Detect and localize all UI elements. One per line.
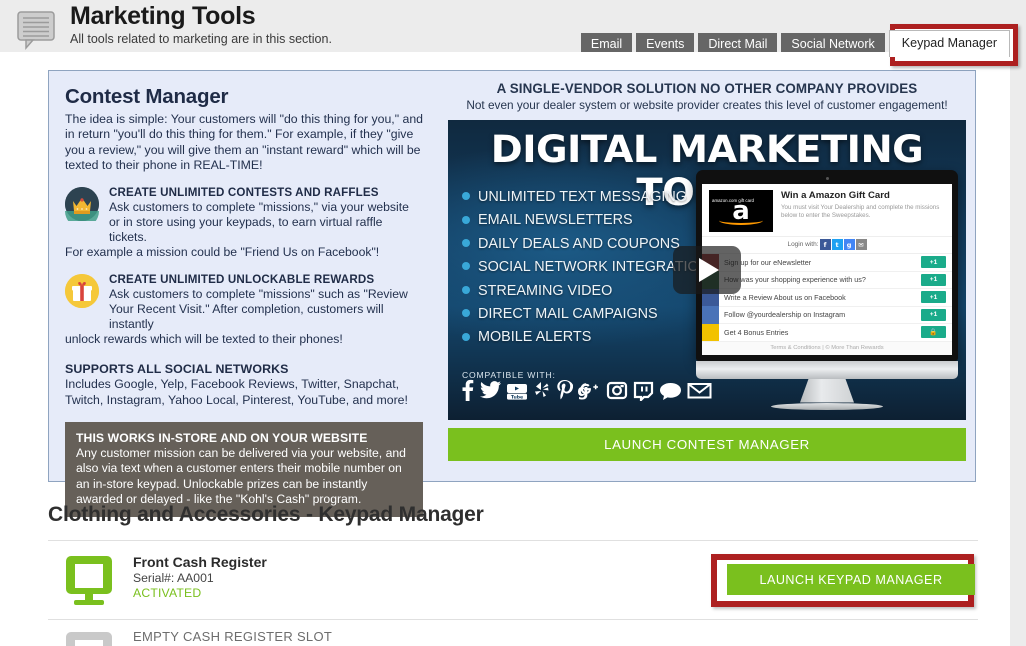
list-item: MOBILE ALERTS bbox=[462, 326, 709, 349]
monitor-icon-empty bbox=[62, 628, 116, 646]
play-icon[interactable] bbox=[673, 246, 741, 294]
list-item: EMAIL NEWSLETTERS bbox=[462, 209, 709, 232]
facebook-icon bbox=[460, 379, 475, 401]
right-gutter bbox=[1010, 0, 1026, 646]
keypad-name: EMPTY CASH REGISTER SLOT bbox=[133, 629, 333, 644]
mission-label: Sign up for our eNewsletter bbox=[724, 257, 812, 267]
mission-label: Write a Review About us on Facebook bbox=[724, 292, 846, 302]
promo-video-thumbnail[interactable]: DIGITAL MARKETING TOOLS UNLIMITED TEXT M… bbox=[448, 120, 966, 420]
feature-heading: CREATE UNLIMITED CONTESTS AND RAFFLES bbox=[109, 186, 379, 200]
instagram-icon bbox=[606, 379, 628, 401]
feature-body-overflow: unlock rewards which will be texted to t… bbox=[65, 332, 343, 347]
feature-heading: CREATE UNLIMITED UNLOCKABLE REWARDS bbox=[109, 273, 375, 287]
contest-manager-promo-panel: Contest Manager The idea is simple: Your… bbox=[48, 70, 976, 517]
page-root: Marketing Tools All tools related to mar… bbox=[0, 0, 1026, 646]
monitor-neck bbox=[800, 378, 854, 403]
amazon-brand-label: amazon.com gift card bbox=[712, 198, 754, 203]
mission-row: Write a Review About us on Facebook +1 bbox=[702, 288, 952, 307]
star-icon bbox=[702, 323, 719, 341]
feature-unlockable-rewards: CREATE UNLIMITED UNLOCKABLE REWARDS Ask … bbox=[65, 273, 423, 347]
section-divider bbox=[48, 619, 978, 620]
googleplus-icon: g bbox=[578, 379, 601, 401]
promo-right-heading: A SINGLE-VENDOR SOLUTION NO OTHER COMPAN… bbox=[496, 81, 918, 96]
twitter-icon bbox=[480, 379, 501, 401]
supports-body: Includes Google, Yelp, Facebook Reviews,… bbox=[65, 377, 408, 407]
instagram-icon bbox=[702, 306, 719, 324]
amazon-smile-icon bbox=[719, 216, 763, 225]
facebook-icon: f bbox=[819, 239, 831, 250]
promo-right-column: A SINGLE-VENDOR SOLUTION NO OTHER COMPAN… bbox=[439, 71, 975, 481]
launch-keypad-manager-button[interactable]: LAUNCH KEYPAD MANAGER bbox=[727, 564, 975, 595]
mission-badge: +1 bbox=[921, 291, 946, 304]
mockup-footer: Terms & Conditions | © More Than Rewards bbox=[702, 341, 952, 355]
mission-label: How was your shopping experience with us… bbox=[724, 275, 866, 285]
feature-body-overflow: For example a mission could be "Friend U… bbox=[65, 245, 380, 260]
tab-keypad-manager[interactable]: Keypad Manager bbox=[888, 30, 1010, 57]
list-item: DIRECT MAIL CAMPAIGNS bbox=[462, 303, 709, 326]
svg-text:g: g bbox=[578, 381, 589, 400]
message-board-icon bbox=[16, 10, 60, 50]
mission-badge: +1 bbox=[921, 308, 946, 321]
google-icon: g bbox=[843, 239, 855, 250]
amazon-gift-card-image: amazon.com gift card a bbox=[709, 190, 773, 232]
mission-row: Follow @yourdealership on Instagram +1 bbox=[702, 306, 952, 324]
section-divider bbox=[48, 540, 978, 541]
keypad-info: EMPTY CASH REGISTER SLOT bbox=[133, 629, 332, 644]
list-item: DAILY DEALS AND COUPONS bbox=[462, 233, 709, 256]
mockup-header-text: Win a Amazon Gift Card You must visit Yo… bbox=[781, 190, 945, 232]
youtube-icon: Tube bbox=[506, 379, 528, 401]
contest-manager-title: Contest Manager bbox=[65, 85, 229, 108]
play-triangle bbox=[699, 258, 719, 282]
crown-icon bbox=[65, 187, 99, 222]
keypad-section-title: Clothing and Accessories - Keypad Manage… bbox=[48, 503, 484, 526]
pinterest-icon bbox=[556, 379, 573, 401]
gift-icon bbox=[65, 274, 99, 309]
mockup-header: amazon.com gift card a Win a Amazon Gift… bbox=[702, 184, 952, 236]
mockup-title: Win a Amazon Gift Card bbox=[781, 190, 890, 201]
yelp-icon bbox=[533, 379, 551, 401]
compatible-icons-row: Tube g bbox=[460, 379, 712, 401]
mission-label: Get 4 Bonus Entries bbox=[724, 327, 789, 337]
mission-badge: +1 bbox=[921, 256, 946, 269]
chat-bubble-icon bbox=[659, 379, 682, 401]
page-subtitle: All tools related to marketing are in th… bbox=[70, 32, 332, 46]
login-label: Login with: bbox=[787, 241, 819, 248]
email-icon: ✉ bbox=[855, 239, 867, 250]
mission-badge: +1 bbox=[921, 273, 946, 286]
svg-text:Tube: Tube bbox=[511, 394, 523, 400]
feature-body: Ask customers to complete "missions" suc… bbox=[109, 287, 408, 332]
left-gutter bbox=[0, 52, 33, 646]
mockup-subtitle: You must visit Your Dealership and compl… bbox=[781, 204, 940, 219]
twitch-icon bbox=[633, 379, 654, 401]
twitter-icon: t bbox=[831, 239, 843, 250]
launch-contest-manager-button[interactable]: LAUNCH CONTEST MANAGER bbox=[448, 428, 966, 461]
monitor-base bbox=[771, 402, 883, 410]
monitor-chin bbox=[696, 360, 958, 379]
supports-heading: SUPPORTS ALL SOCIAL NETWORKS bbox=[65, 362, 289, 377]
callout-heading: THIS WORKS IN-STORE AND ON YOUR WEBSITE bbox=[76, 431, 368, 446]
page-title: Marketing Tools bbox=[70, 2, 256, 30]
mission-label: Follow @yourdealership on Instagram bbox=[724, 310, 846, 320]
callout-body: Any customer mission can be delivered vi… bbox=[76, 446, 406, 506]
contest-manager-intro: The idea is simple: Your customers will … bbox=[65, 112, 424, 172]
feature-body: Ask customers to complete "missions," vi… bbox=[109, 200, 409, 245]
mission-badge-locked: 🔒 bbox=[921, 326, 946, 339]
promo-right-subheading: Not even your dealer system or website p… bbox=[466, 98, 948, 112]
launch-button-wrapper: LAUNCH KEYPAD MANAGER bbox=[48, 550, 978, 618]
supports-social-networks: SUPPORTS ALL SOCIAL NETWORKS Includes Go… bbox=[65, 362, 423, 408]
feature-contests-raffles: CREATE UNLIMITED CONTESTS AND RAFFLES As… bbox=[65, 186, 423, 260]
table-row: EMPTY CASH REGISTER SLOT bbox=[48, 626, 978, 646]
header-text-group: Marketing Tools All tools related to mar… bbox=[70, 2, 332, 47]
mission-row: Get 4 Bonus Entries 🔒 bbox=[702, 323, 952, 342]
promo-left-column: Contest Manager The idea is simple: Your… bbox=[49, 71, 439, 517]
monitor-camera-dot bbox=[825, 177, 829, 180]
list-item: UNLIMITED TEXT MESSAGING bbox=[462, 186, 709, 209]
